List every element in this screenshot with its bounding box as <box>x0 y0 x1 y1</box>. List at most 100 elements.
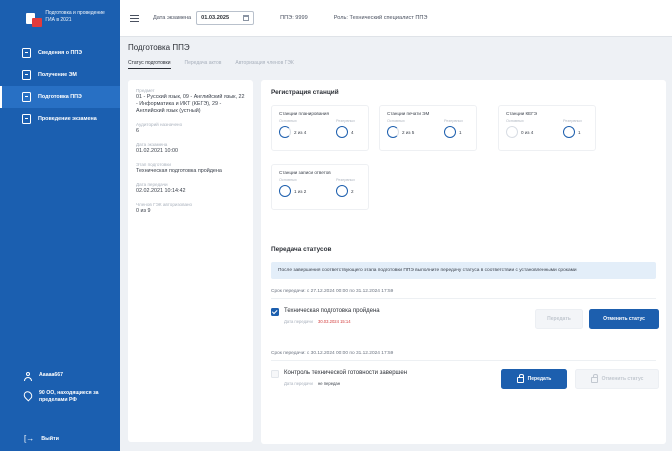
sidebar-item-label: Сведения о ППЭ <box>38 50 83 56</box>
main-count: 1 из 2 <box>294 189 307 194</box>
tab-status[interactable]: Статус подготовки <box>128 60 171 69</box>
lock-icon <box>516 374 524 383</box>
progress-ring-icon <box>387 126 399 138</box>
sidebar-item-ppe-prep[interactable]: Подготовка ППЭ <box>0 86 120 108</box>
sidebar-item-em[interactable]: Получение ЭМ <box>0 64 120 86</box>
sidebar-item-label: Получение ЭМ <box>38 72 77 78</box>
button-label: Передать <box>547 316 571 322</box>
sidebar-item-label: Подготовка ППЭ <box>38 94 82 100</box>
cancel-status-button[interactable]: Отменить статус <box>589 309 659 329</box>
reserve-count: 1 <box>459 130 462 135</box>
progress-ring-icon <box>444 126 456 138</box>
progress-ring-icon <box>336 185 348 197</box>
field-label: Аудиторий назначено <box>136 122 183 127</box>
divider <box>271 360 656 361</box>
status-date-value: не передан <box>317 381 341 386</box>
logout-label: Выйти <box>41 435 59 442</box>
status-row: Контроль технической готовности завершен… <box>271 367 659 409</box>
sidebar-item-exam[interactable]: Проведение экзамена <box>0 108 120 130</box>
station-name: Станции записи ответов <box>279 170 331 175</box>
station-answers: Станции записи ответов Основных Резервны… <box>271 164 369 210</box>
document-icon <box>22 48 31 58</box>
button-label: Передать <box>527 376 552 382</box>
lock-icon <box>590 374 598 383</box>
status-transfer-card: Передача статусов После завершения соотв… <box>261 239 666 444</box>
exam-date-value: 01.03.2025 <box>201 15 230 21</box>
region-row[interactable]: 90 ОО, находящиеся за пределами РФ <box>0 389 120 404</box>
status-row: Техническая подготовка пройдена Дата пер… <box>271 305 659 347</box>
document-icon <box>22 70 31 80</box>
station-print-em: Станции печати ЭМ Основных Резервных 2 и… <box>379 105 477 151</box>
logo-icon <box>24 10 42 30</box>
status-date: Дата передачи не передан <box>284 381 340 386</box>
main-count: 2 из 4 <box>294 130 307 135</box>
reserve-label: Резервных <box>444 119 464 123</box>
logout-icon: [→ <box>24 434 35 443</box>
status-name: Техническая подготовка пройдена <box>284 308 380 314</box>
field-value: 6 <box>136 128 139 134</box>
sidebar-item-ppe-info[interactable]: Сведения о ППЭ <box>0 42 120 64</box>
document-icon <box>22 114 31 124</box>
exam-date-picker[interactable]: 01.03.2025 <box>196 11 255 25</box>
main-label: Основных <box>279 178 297 182</box>
station-name: Станции планирования <box>279 111 329 116</box>
status-date-value: 30.03.2024 15:14 <box>317 319 351 324</box>
user-role: Роль: Технический специалист ППЭ <box>333 15 428 21</box>
reserve-count: 1 <box>578 130 581 135</box>
transfer-button[interactable]: Передать <box>535 309 583 329</box>
field-label: Дата передачи <box>136 182 168 187</box>
transfer-period: Срок передачи: с 30.12.2024 00:00 по 31.… <box>271 351 394 356</box>
transfer-button[interactable]: Передать <box>501 369 567 389</box>
field-transfer-date: Дата передачи 02.02.2021 10:14:42 <box>136 182 245 195</box>
station-planning: Станции планирования Основных Резервных … <box>271 105 369 151</box>
status-checkbox[interactable] <box>271 308 279 316</box>
button-label: Отменить статус <box>601 376 644 382</box>
page-title: Подготовка ППЭ <box>128 43 190 52</box>
cancel-status-button[interactable]: Отменить статус <box>575 369 659 389</box>
divider <box>271 298 656 299</box>
sidebar-item-label: Проведение экзамена <box>38 116 97 122</box>
status-name: Контроль технической готовности завершен <box>284 370 408 376</box>
sidebar: Подготовка и проведение ГИА в 2021 Сведе… <box>0 0 120 451</box>
main-label: Основных <box>387 119 405 123</box>
field-gek-authorized: Членов ГЭК авторизовано 0 из 9 <box>136 202 245 215</box>
tab-acts[interactable]: Передача актов <box>185 60 222 69</box>
station-kege: Станции КЕГЭ Основных Резервных 0 из 4 1 <box>498 105 596 151</box>
reserve-count: 4 <box>351 130 354 135</box>
tabs: Статус подготовки Передача актов Авториз… <box>128 60 294 69</box>
main-content: Подготовка ППЭ Статус подготовки Передач… <box>120 37 672 451</box>
section-title: Передача статусов <box>271 246 332 253</box>
station-name: Станции печати ЭМ <box>387 111 430 116</box>
user-row[interactable]: Ааааа667 <box>0 372 120 381</box>
reserve-count: 2 <box>351 189 354 194</box>
progress-ring-icon <box>336 126 348 138</box>
progress-ring-icon <box>563 126 575 138</box>
progress-ring-icon <box>279 126 291 138</box>
field-value: 01.02.2021 10:00 <box>136 148 178 154</box>
exam-date-label: Дата экзамена <box>153 15 192 21</box>
brand: Подготовка и проведение ГИА в 2021 <box>0 0 120 40</box>
user-icon <box>24 372 32 381</box>
topbar: Дата экзамена 01.03.2025 ППЭ: 9999 Роль:… <box>120 0 672 37</box>
progress-ring-icon <box>279 185 291 197</box>
button-label: Отменить статус <box>603 316 645 322</box>
tab-gek-auth[interactable]: Авторизация членов ГЭК <box>235 60 293 69</box>
field-value: 02.02.2021 10:14:42 <box>136 188 186 194</box>
main-count: 2 из 5 <box>402 130 415 135</box>
field-subject: Предмет 01 - Русский язык, 09 - Английск… <box>136 88 245 115</box>
calendar-icon <box>243 15 250 21</box>
status-date: Дата передачи 30.03.2024 15:14 <box>284 319 351 324</box>
logout-button[interactable]: [→ Выйти <box>24 434 59 443</box>
main-label: Основных <box>506 119 524 123</box>
field-label: Дата экзамена <box>136 142 168 147</box>
info-banner: После завершения соответствующего этапа … <box>271 262 656 279</box>
menu-icon[interactable] <box>130 14 139 22</box>
section-title: Регистрация станций <box>271 89 339 96</box>
field-value: Техническая подготовка пройдена <box>136 168 222 174</box>
main-label: Основных <box>279 119 297 123</box>
main-count: 0 из 4 <box>521 130 534 135</box>
status-checkbox[interactable] <box>271 370 279 378</box>
user-name: Ааааа667 <box>39 372 64 378</box>
reserve-label: Резервных <box>336 119 356 123</box>
field-label: Членов ГЭК авторизовано <box>136 202 193 207</box>
